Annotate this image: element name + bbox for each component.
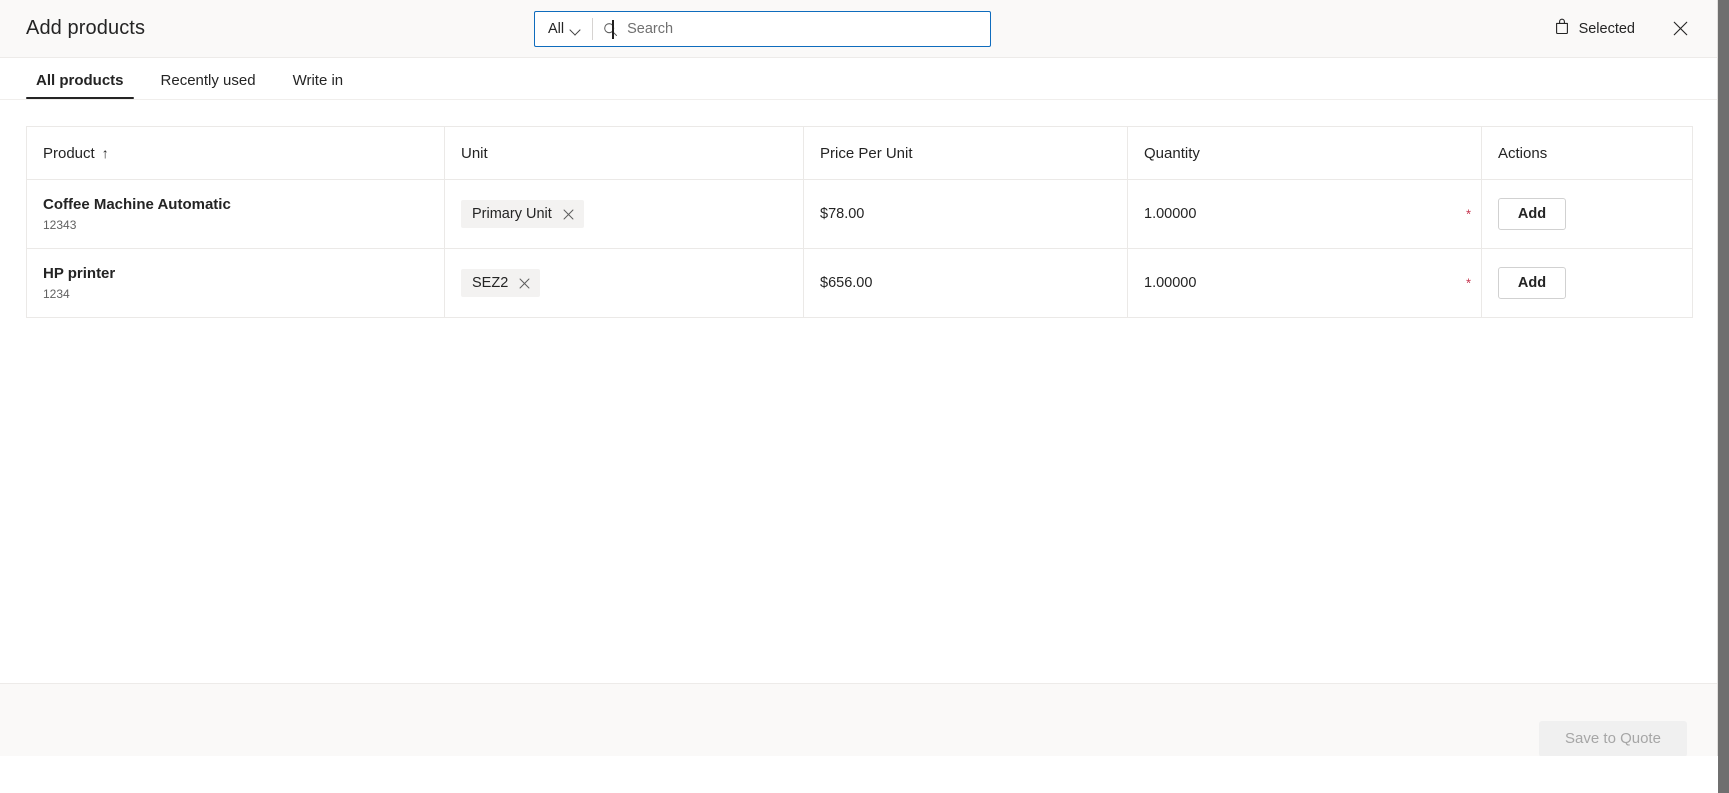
- tab-write-in[interactable]: Write in: [283, 72, 354, 99]
- tab-recently-used[interactable]: Recently used: [151, 72, 266, 99]
- unit-chip-remove-icon[interactable]: [518, 277, 531, 290]
- product-code: 1234: [43, 287, 70, 302]
- search-icon: [593, 22, 627, 37]
- cell-actions: Add: [1481, 179, 1693, 249]
- cell-price-per-unit: $78.00: [803, 179, 1128, 249]
- required-marker: *: [1465, 206, 1471, 222]
- quantity-value: 1.00000: [1144, 206, 1197, 222]
- tab-all-products[interactable]: All products: [26, 72, 134, 99]
- tab-bar: All products Recently used Write in: [0, 58, 1717, 100]
- column-header-product-label: Product: [43, 144, 95, 162]
- unit-chip[interactable]: Primary Unit: [461, 200, 584, 228]
- table-row: Coffee Machine Automatic 12343 Primary U…: [26, 179, 1693, 249]
- search-bar: All: [534, 11, 991, 47]
- add-products-dialog: Add products All Search Selected All pro…: [0, 0, 1718, 793]
- unit-chip-label: Primary Unit: [472, 206, 552, 222]
- column-header-actions-label: Actions: [1498, 144, 1548, 162]
- chevron-down-icon: [571, 26, 582, 33]
- cell-product: HP printer 1234: [26, 248, 445, 318]
- unit-chip-label: SEZ2: [472, 275, 509, 291]
- dialog-header: Add products All Search Selected: [0, 0, 1717, 58]
- table-row: HP printer 1234 SEZ2 $656.00 1.00000 * A…: [26, 248, 1693, 318]
- column-header-actions: Actions: [1481, 126, 1693, 180]
- column-header-price-label: Price Per Unit: [820, 144, 913, 162]
- text-caret: [612, 20, 614, 39]
- column-header-price-per-unit[interactable]: Price Per Unit: [803, 126, 1128, 180]
- column-header-unit[interactable]: Unit: [444, 126, 804, 180]
- search-input[interactable]: [627, 12, 990, 46]
- product-name: Coffee Machine Automatic: [43, 195, 231, 213]
- cell-price-per-unit: $656.00: [803, 248, 1128, 318]
- product-code: 12343: [43, 218, 77, 233]
- column-header-product[interactable]: Product ↑: [26, 126, 445, 180]
- table-header-row: Product ↑ Unit Price Per Unit Quantity A…: [26, 126, 1693, 180]
- product-name: HP printer: [43, 264, 116, 282]
- selected-button[interactable]: Selected: [1550, 14, 1639, 44]
- add-button[interactable]: Add: [1498, 267, 1566, 299]
- cell-unit: Primary Unit: [444, 179, 804, 249]
- cell-unit: SEZ2: [444, 248, 804, 318]
- shopping-bag-icon: [1554, 18, 1570, 40]
- backdrop-strip-right: [1718, 0, 1729, 793]
- save-to-quote-button[interactable]: Save to Quote: [1539, 720, 1687, 757]
- column-header-quantity-label: Quantity: [1144, 144, 1200, 162]
- header-actions: Selected: [1550, 14, 1695, 44]
- search-scope-label: All: [548, 21, 565, 37]
- required-marker: *: [1465, 275, 1471, 291]
- cell-quantity[interactable]: 1.00000 *: [1127, 248, 1482, 318]
- column-header-quantity[interactable]: Quantity: [1127, 126, 1482, 180]
- column-header-unit-label: Unit: [461, 144, 488, 162]
- search-scope-dropdown[interactable]: All: [535, 12, 592, 46]
- quantity-value: 1.00000: [1144, 275, 1197, 291]
- sort-ascending-icon: ↑: [101, 145, 109, 161]
- cell-product: Coffee Machine Automatic 12343: [26, 179, 445, 249]
- close-icon[interactable]: [1665, 14, 1695, 44]
- cell-quantity[interactable]: 1.00000 *: [1127, 179, 1482, 249]
- page-title: Add products: [26, 17, 146, 39]
- footer-spacer: [0, 756, 1718, 793]
- dialog-body: Product ↑ Unit Price Per Unit Quantity A…: [0, 100, 1717, 683]
- unit-chip-remove-icon[interactable]: [562, 208, 575, 221]
- products-table: Product ↑ Unit Price Per Unit Quantity A…: [26, 126, 1693, 318]
- add-button[interactable]: Add: [1498, 198, 1566, 230]
- selected-label: Selected: [1578, 20, 1635, 37]
- cell-actions: Add: [1481, 248, 1693, 318]
- unit-chip[interactable]: SEZ2: [461, 269, 541, 297]
